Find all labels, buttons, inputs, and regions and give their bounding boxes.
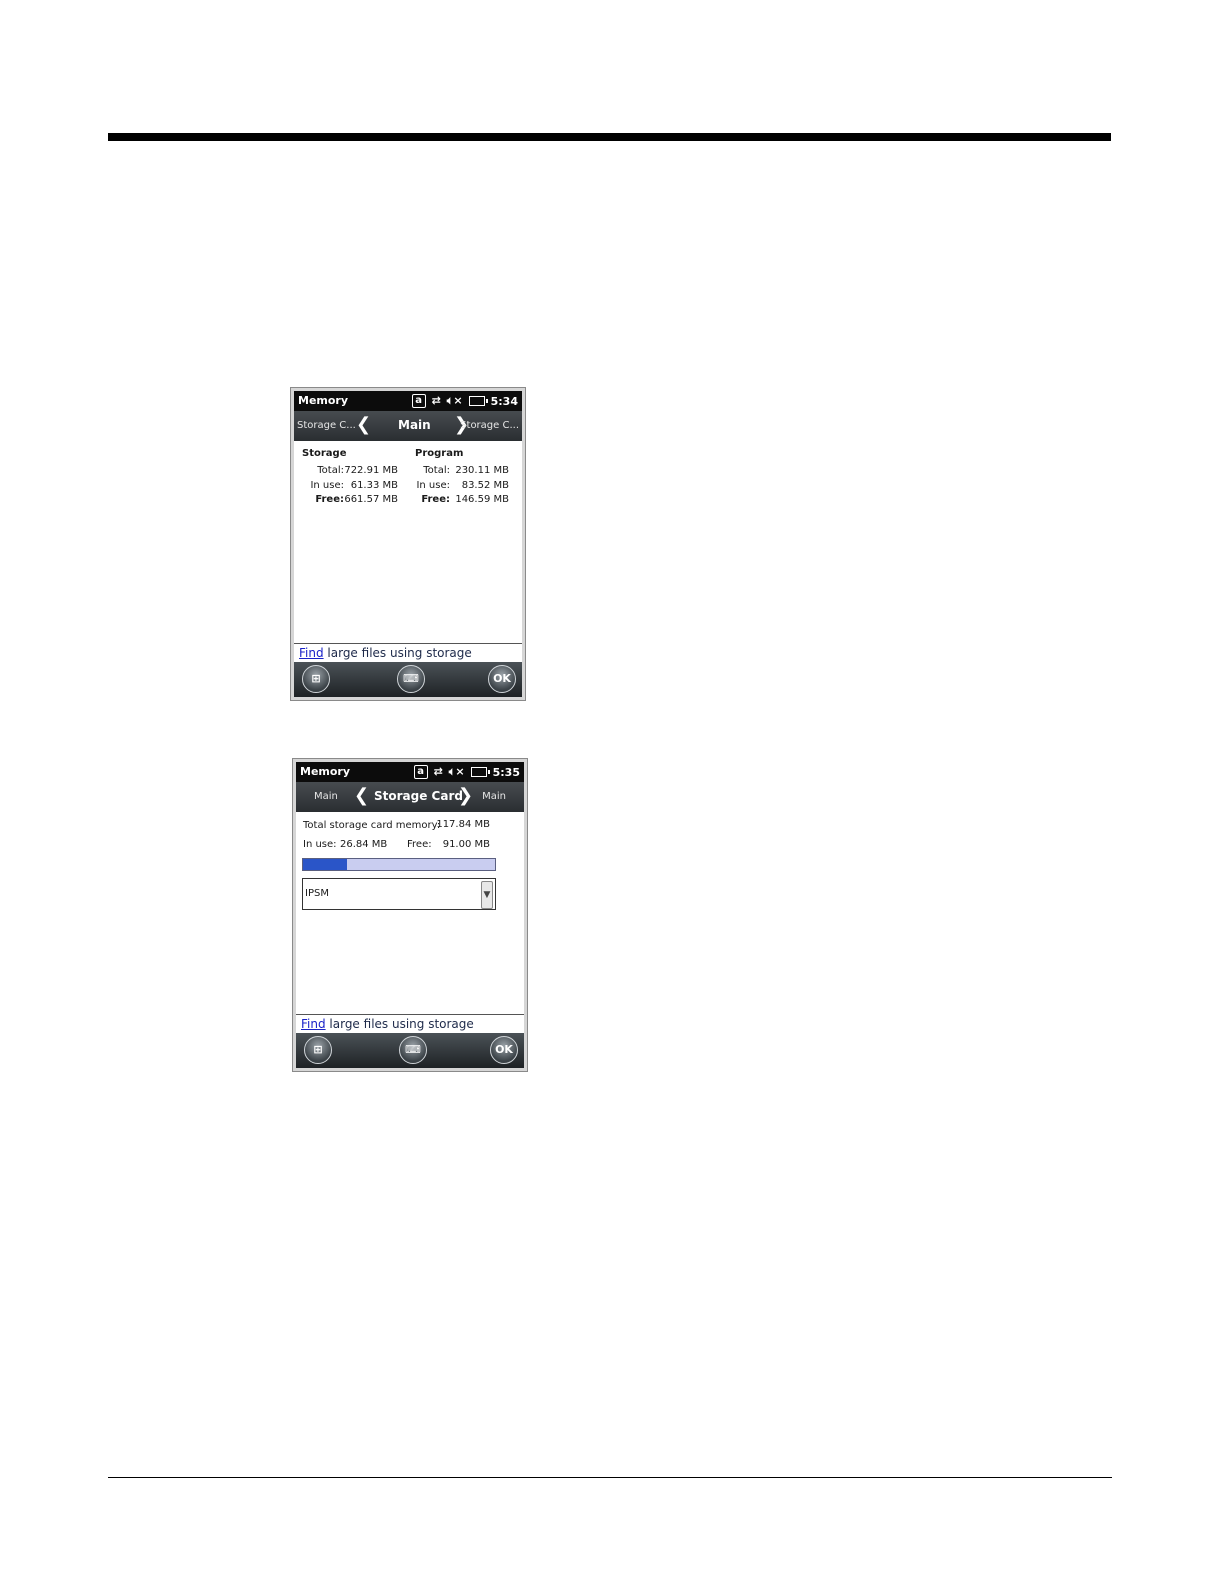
- program-heading: Program: [415, 448, 464, 459]
- program-total-value: 230.11 MB: [455, 465, 509, 476]
- program-inuse-value: 83.52 MB: [461, 480, 509, 491]
- window-title: Memory: [298, 394, 349, 407]
- at-icon[interactable]: a: [411, 394, 426, 408]
- storage-usage-bar: [302, 858, 496, 871]
- storage-inuse-label: In use:: [310, 480, 344, 491]
- tab-main-prev[interactable]: Main: [314, 791, 338, 802]
- screen: Memory a ⇄ 🔈︎× 5:34 Storage C... ❮ Main …: [294, 391, 522, 697]
- windows-start-icon[interactable]: ⊞: [304, 1036, 332, 1064]
- free-label: Free:: [407, 839, 432, 850]
- storage-total-label: Total:: [317, 465, 344, 476]
- storage-heading: Storage: [302, 448, 347, 459]
- program-free-value: 146.59 MB: [455, 494, 509, 505]
- status-bar: Memory a ⇄ 🔈︎× 5:35: [296, 762, 524, 782]
- status-bar: Memory a ⇄ 🔈︎× 5:34: [294, 391, 522, 411]
- speaker-muted-icon[interactable]: 🔈︎×: [447, 394, 463, 408]
- memory-content: Storage Program Total: 722.91 MB In use:…: [294, 441, 522, 643]
- status-icons: a ⇄ 🔈︎× 5:34: [411, 393, 518, 409]
- chevron-right-icon[interactable]: ❯: [458, 786, 473, 806]
- ok-button[interactable]: OK: [490, 1036, 518, 1064]
- tab-storage-card-current[interactable]: Storage Card: [374, 789, 463, 803]
- chevron-left-icon[interactable]: ❮: [354, 786, 369, 806]
- keyboard-icon[interactable]: ⌨: [399, 1036, 427, 1064]
- status-icons: a ⇄ 🔈︎× 5:35: [413, 764, 520, 780]
- chevron-left-icon[interactable]: ❮: [356, 415, 371, 435]
- ok-button[interactable]: OK: [488, 665, 516, 693]
- find-large-files-bar: Find large files using storage memory.: [296, 1014, 524, 1049]
- battery-icon[interactable]: [470, 767, 490, 777]
- storage-free-label: Free:: [315, 494, 344, 505]
- clock[interactable]: 5:34: [491, 395, 518, 408]
- battery-icon[interactable]: [468, 396, 488, 406]
- memory-storage-card-screenshot: Memory a ⇄ 🔈︎× 5:35 Main ❮ Storage Card …: [292, 758, 528, 1072]
- tab-storage-card-next[interactable]: Storage C...: [460, 420, 519, 431]
- keyboard-icon[interactable]: ⌨: [397, 665, 425, 693]
- storage-card-content: Total storage card memory: 117.84 MB In …: [296, 812, 524, 1014]
- connectivity-icon[interactable]: ⇄: [432, 394, 441, 408]
- find-large-files-bar: Find large files using storage memory.: [294, 643, 522, 678]
- speaker-muted-icon[interactable]: 🔈︎×: [449, 765, 465, 779]
- tab-main-current[interactable]: Main: [398, 418, 431, 432]
- storage-inuse-value: 61.33 MB: [350, 480, 398, 491]
- tab-navigation: Main ❮ Storage Card ❯ Main: [296, 782, 524, 812]
- storage-usage-fill: [303, 859, 347, 870]
- total-card-memory-label: Total storage card memory:: [303, 820, 441, 831]
- at-icon[interactable]: a: [413, 765, 428, 779]
- program-inuse-label: In use:: [416, 480, 450, 491]
- memory-main-screenshot: Memory a ⇄ 🔈︎× 5:34 Storage C... ❮ Main …: [290, 387, 526, 701]
- connectivity-icon[interactable]: ⇄: [434, 765, 443, 779]
- storage-location-dropdown[interactable]: IPSM ▼: [302, 878, 496, 910]
- program-free-label: Free:: [421, 494, 450, 505]
- soft-key-bar: ⊞ ⌨ OK: [294, 662, 522, 697]
- windows-start-icon[interactable]: ⊞: [302, 665, 330, 693]
- window-title: Memory: [300, 765, 351, 778]
- footer-rule: [108, 1477, 1112, 1478]
- soft-key-bar: ⊞ ⌨ OK: [296, 1033, 524, 1068]
- find-link[interactable]: Find: [301, 1017, 326, 1031]
- find-link[interactable]: Find: [299, 646, 324, 660]
- selected-location: IPSM: [305, 888, 329, 899]
- storage-total-value: 722.91 MB: [344, 465, 398, 476]
- tab-navigation: Storage C... ❮ Main ❯ Storage C...: [294, 411, 522, 441]
- inuse-value: 26.84 MB: [340, 839, 388, 850]
- storage-free-value: 661.57 MB: [344, 494, 398, 505]
- tab-storage-card-prev[interactable]: Storage C...: [297, 420, 356, 431]
- inuse-label: In use:: [303, 839, 337, 850]
- total-card-memory-value: 117.84 MB: [436, 819, 490, 830]
- screen: Memory a ⇄ 🔈︎× 5:35 Main ❮ Storage Card …: [296, 762, 524, 1068]
- header-rule: [108, 133, 1111, 141]
- tab-main-next[interactable]: Main: [482, 791, 506, 802]
- free-value: 91.00 MB: [442, 839, 490, 850]
- dropdown-arrow-icon[interactable]: ▼: [481, 881, 493, 909]
- program-total-label: Total:: [423, 465, 450, 476]
- clock[interactable]: 5:35: [493, 766, 520, 779]
